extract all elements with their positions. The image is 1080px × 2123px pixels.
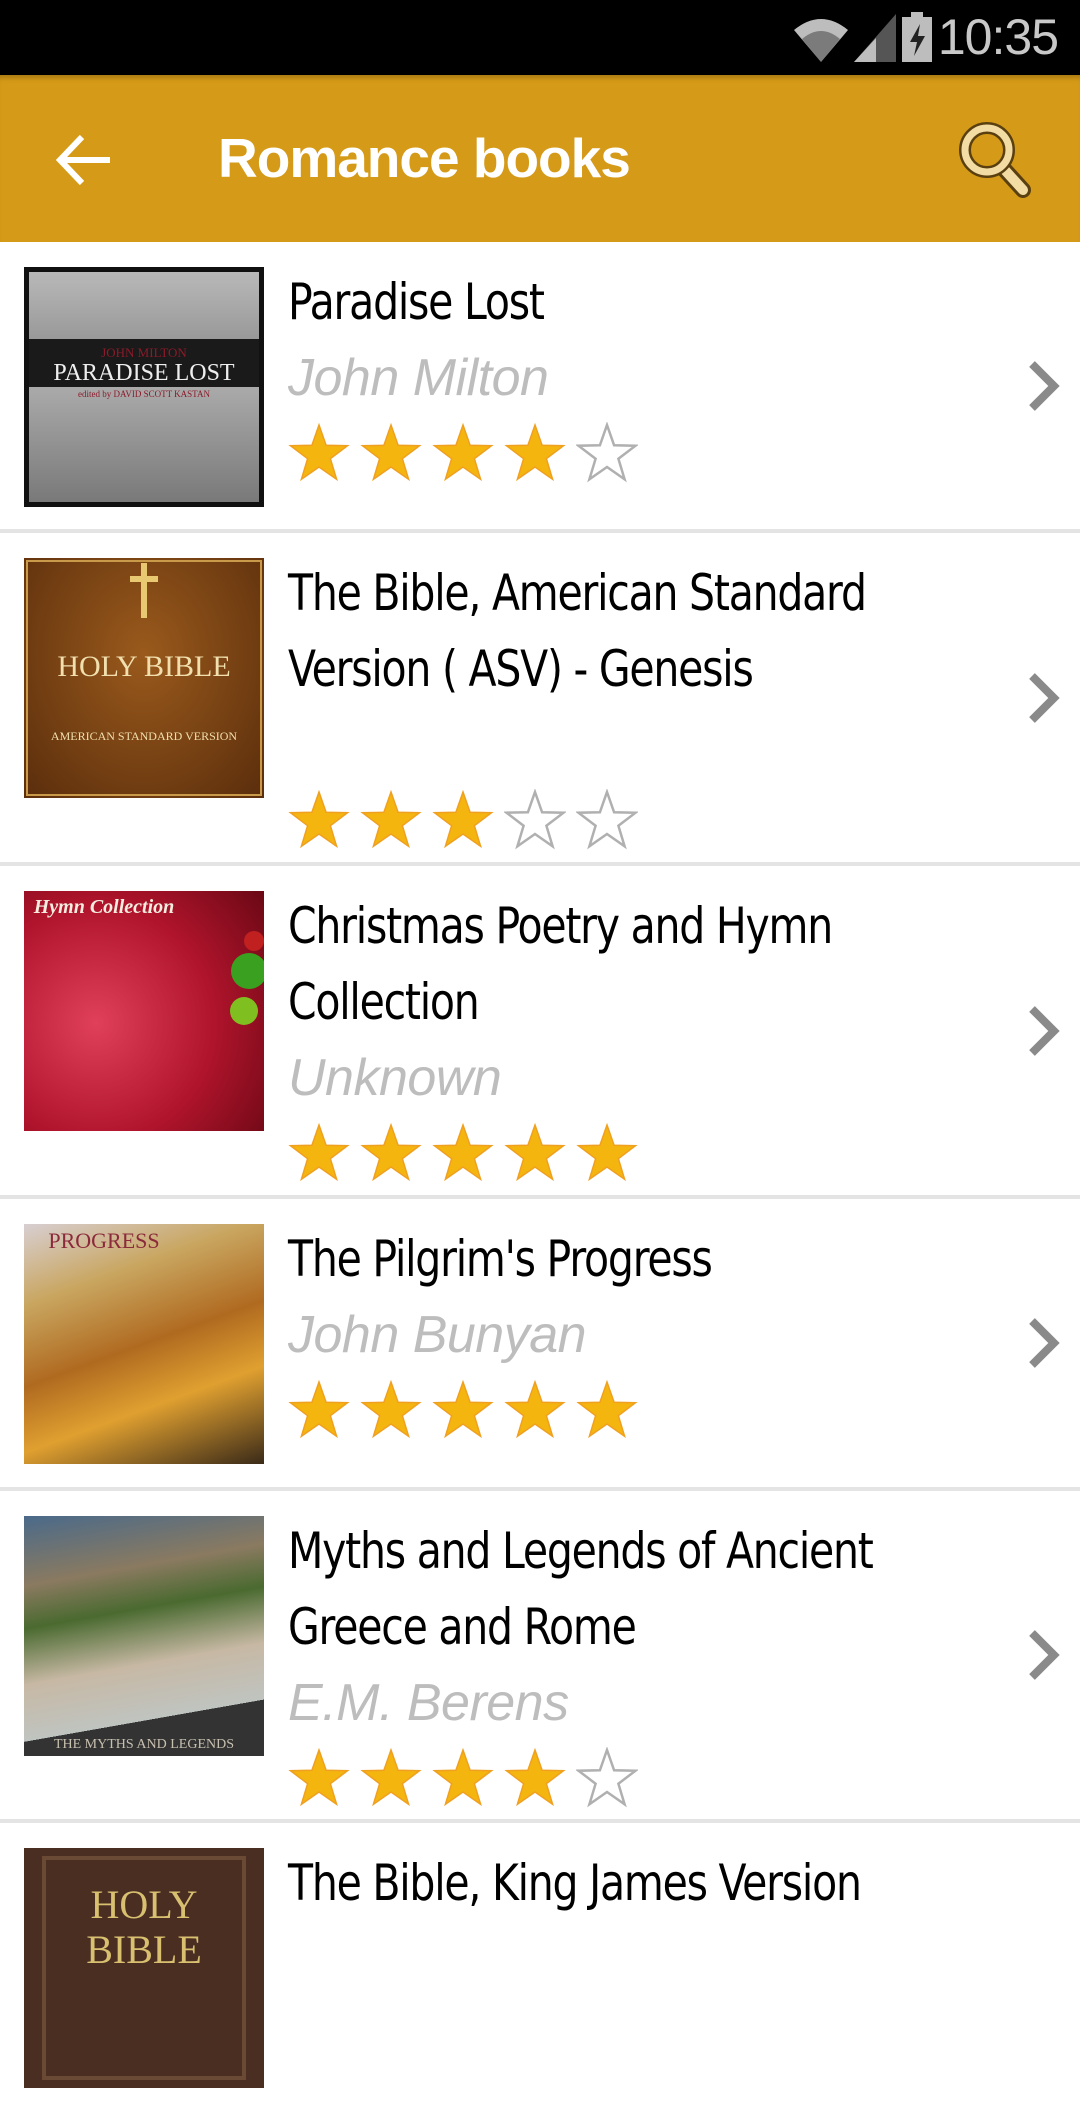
book-list-item[interactable]: JOHN MILTON PARADISE LOST edited by DAVI…	[0, 242, 1080, 533]
book-cover: JOHN MILTON PARADISE LOST edited by DAVI…	[24, 267, 264, 507]
svg-text:HOLY: HOLY	[90, 1882, 197, 1927]
clock: 10:35	[937, 9, 1059, 65]
star-filled-icon	[288, 422, 350, 482]
book-author: E.M. Berens	[288, 1674, 569, 1732]
search-icon	[959, 122, 1031, 198]
star-empty-icon	[504, 789, 566, 850]
book-info: The Bible, American Standard Version ( AS…	[288, 533, 928, 877]
book-title: Paradise Lost	[288, 273, 545, 331]
search-button[interactable]	[955, 120, 1035, 200]
book-cover: THE MYTHS AND LEGENDS	[24, 1516, 264, 1756]
star-filled-icon	[504, 422, 566, 482]
book-cover: PROGRESS	[24, 1224, 264, 1464]
chevron-right-icon[interactable]	[1026, 672, 1060, 724]
rating-stars	[288, 1120, 928, 1186]
star-filled-icon	[288, 1747, 350, 1807]
star-filled-icon	[576, 1122, 638, 1182]
star-filled-icon	[360, 422, 422, 482]
book-list-item[interactable]: HOLY BIBLE AMERICAN STANDARD VERSION The…	[0, 533, 1080, 866]
star-filled-icon	[432, 422, 494, 482]
chevron-right-icon[interactable]	[1026, 360, 1060, 412]
book-author: John Milton	[288, 349, 549, 407]
svg-text:JOHN MILTON: JOHN MILTON	[101, 345, 187, 360]
status-icons	[794, 12, 932, 62]
star-empty-icon	[576, 422, 638, 483]
cover-art: PROGRESS	[48, 1228, 159, 1253]
page-title: Romance books	[218, 127, 631, 189]
arrow-left-icon	[55, 134, 110, 186]
book-cover: Hymn Collection	[24, 891, 264, 1131]
chevron-glyph	[1029, 360, 1060, 411]
book-info: Myths and Legends of Ancient Greece and R…	[288, 1491, 928, 1835]
cover-art: JOHN MILTON PARADISE LOST edited by DAVI…	[24, 267, 264, 507]
back-button[interactable]	[50, 127, 116, 193]
chevron-right-icon[interactable]	[1026, 1317, 1060, 1369]
star-filled-icon	[360, 1379, 422, 1439]
svg-text:BIBLE: BIBLE	[86, 1927, 202, 1972]
rating-stars	[288, 787, 928, 853]
cover-art: Hymn Collection	[33, 896, 264, 1025]
svg-text:HOLY BIBLE: HOLY BIBLE	[57, 650, 230, 683]
book-title: The Bible, King James Version	[288, 1854, 862, 1912]
book-title: The Bible, American Standard Version ( AS…	[288, 564, 867, 698]
cell-signal-icon	[854, 14, 896, 62]
book-list[interactable]: JOHN MILTON PARADISE LOST edited by DAVI…	[0, 242, 1080, 2123]
star-filled-icon	[432, 1122, 494, 1182]
star-filled-icon	[360, 1122, 422, 1182]
svg-text:THE MYTHS AND LEGENDS: THE MYTHS AND LEGENDS	[54, 1737, 234, 1752]
status-bar: 10:35	[0, 0, 1080, 75]
book-title: Christmas Poetry and Hymn Collection	[288, 897, 833, 1031]
chevron-glyph	[1029, 1630, 1060, 1680]
star-filled-icon	[360, 1747, 422, 1807]
book-title: Myths and Legends of Ancient Greece and R…	[288, 1522, 874, 1656]
book-info: The Bible, King James Version	[288, 1823, 928, 1945]
star-empty-icon	[576, 789, 638, 850]
star-filled-icon	[432, 1747, 494, 1807]
star-filled-icon	[432, 789, 494, 849]
book-info: Paradise Lost John Milton	[288, 242, 928, 510]
star-empty-icon	[576, 1747, 638, 1808]
book-author	[288, 707, 928, 783]
chevron-right-icon[interactable]	[1026, 1629, 1060, 1681]
star-filled-icon	[432, 1379, 494, 1439]
book-cover: HOLY BIBLE	[24, 1848, 264, 2088]
chevron-right-icon[interactable]	[1026, 1005, 1060, 1057]
cover-art: THE MYTHS AND LEGENDS	[54, 1737, 234, 1752]
book-info: Christmas Poetry and Hymn Collection Unkn…	[288, 866, 928, 1210]
book-list-item[interactable]: Hymn Collection Christmas Poetry and Hym…	[0, 866, 1080, 1199]
svg-text:PROGRESS: PROGRESS	[48, 1228, 159, 1253]
star-filled-icon	[504, 1747, 566, 1807]
book-cover: HOLY BIBLE AMERICAN STANDARD VERSION	[24, 558, 264, 798]
rating-stars	[288, 1745, 928, 1811]
star-filled-icon	[576, 1379, 638, 1439]
cover-art: HOLY BIBLE	[42, 1856, 246, 2080]
book-list-item[interactable]: HOLY BIBLE The Bible, King James Version	[0, 1823, 1080, 2123]
svg-text:edited by DAVID SCOTT KASTAN: edited by DAVID SCOTT KASTAN	[78, 389, 210, 399]
star-filled-icon	[504, 1379, 566, 1439]
book-title: The Pilgrim's Progress	[288, 1230, 713, 1288]
cover-art: HOLY BIBLE AMERICAN STANDARD VERSION	[26, 560, 262, 796]
star-filled-icon	[288, 789, 350, 849]
book-author: John Bunyan	[288, 1306, 587, 1364]
battery-charging-icon	[902, 12, 932, 62]
book-list-item[interactable]: PROGRESS The Pilgrim's Progress John Bun…	[0, 1199, 1080, 1491]
svg-text:AMERICAN STANDARD VERSION: AMERICAN STANDARD VERSION	[51, 729, 237, 743]
chevron-glyph	[1029, 1318, 1060, 1368]
book-list-item[interactable]: THE MYTHS AND LEGENDS Myths and Legends …	[0, 1491, 1080, 1823]
svg-text:Hymn Collection: Hymn Collection	[33, 896, 175, 918]
action-bar: Romance books	[0, 75, 1080, 242]
star-filled-icon	[288, 1379, 350, 1439]
rating-stars	[288, 420, 928, 486]
chevron-glyph	[1029, 672, 1060, 723]
star-filled-icon	[504, 1122, 566, 1182]
star-filled-icon	[360, 789, 422, 849]
wifi-icon	[794, 19, 848, 62]
star-filled-icon	[288, 1122, 350, 1182]
book-author: Unknown	[288, 1049, 502, 1107]
book-info: The Pilgrim's Progress John Bunyan	[288, 1199, 928, 1467]
rating-stars	[288, 1377, 928, 1443]
svg-text:PARADISE LOST: PARADISE LOST	[53, 360, 234, 386]
chevron-glyph	[1029, 1005, 1060, 1056]
